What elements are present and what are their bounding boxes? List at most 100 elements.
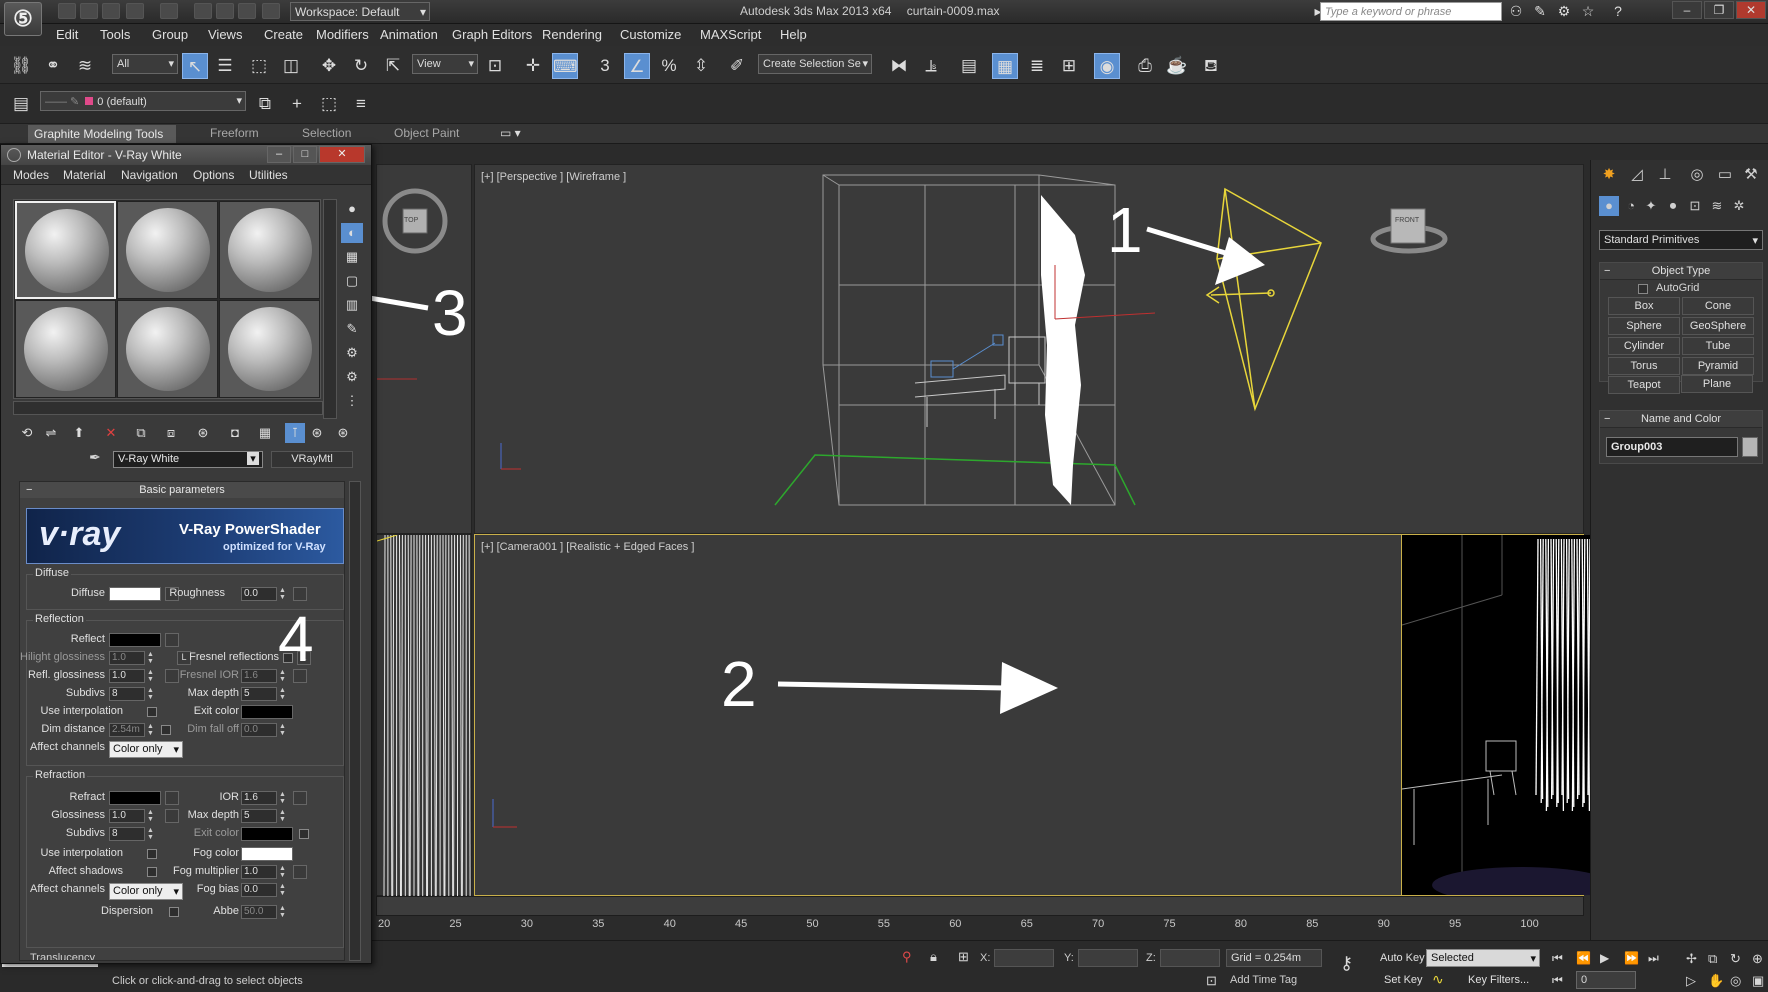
fog-multiplier-input[interactable]: 1.0 — [241, 865, 277, 879]
add-to-layer-icon[interactable]: + — [284, 91, 310, 117]
cylinder-button[interactable]: Cylinder — [1608, 337, 1680, 355]
pan-icon[interactable]: ✋ — [1708, 973, 1724, 989]
maximize-viewport-icon[interactable]: ⊕ — [1752, 951, 1763, 967]
chair-object[interactable] — [1008, 336, 1046, 405]
pin-icon[interactable]: ⚲ — [902, 949, 912, 965]
background-icon[interactable]: ▦ — [341, 247, 363, 267]
layers-icon[interactable]: ▤ — [8, 91, 34, 117]
params-scrollbar[interactable] — [349, 481, 361, 961]
link-icon[interactable]: ⛓ — [8, 53, 34, 79]
viewport-camera[interactable]: [+] [Camera001 ] [Realistic + Edged Face… — [474, 534, 1606, 896]
timeline[interactable]: 20 25 30 35 40 45 50 55 60 65 70 75 80 85 90 95 100 — [376, 896, 1584, 932]
key-mode-icon[interactable]: ⏮ — [1552, 973, 1563, 988]
material-type-button[interactable]: VRayMtl — [271, 451, 353, 468]
lock-icon[interactable]: 🔒︎ — [930, 949, 937, 965]
render-frame-icon[interactable]: ☕ — [1164, 53, 1190, 79]
options-icon[interactable]: ⚙ — [341, 343, 363, 363]
pyramid-button[interactable]: Pyramid — [1682, 357, 1754, 375]
y-coordinate-input[interactable] — [1078, 949, 1138, 967]
material-navigator-icon[interactable]: ⋮ — [341, 391, 363, 411]
pick-material-icon[interactable]: ⊛ — [333, 423, 353, 443]
systems-icon[interactable]: ✲ — [1729, 196, 1749, 216]
abbe-input[interactable]: 50.0 — [241, 905, 277, 919]
roughness-map-button[interactable] — [293, 587, 307, 601]
viewcube-front[interactable] — [1390, 208, 1426, 244]
me-menu-utilities[interactable]: Utilities — [249, 168, 288, 182]
auto-key-button[interactable]: Auto Key — [1380, 952, 1425, 964]
refr-exit-color-checkbox[interactable] — [299, 829, 309, 839]
material-editor-icon[interactable]: ◉ — [1094, 53, 1120, 79]
zoom-all-icon[interactable]: ⧉ — [1708, 951, 1717, 967]
basic-parameters-header[interactable]: − Basic parameters — [20, 482, 344, 498]
sphere-button[interactable]: Sphere — [1608, 317, 1680, 335]
geosphere-button[interactable]: GeoSphere — [1682, 317, 1754, 335]
minimize-button[interactable]: – — [1672, 1, 1702, 19]
fog-color-swatch[interactable] — [241, 847, 293, 861]
star-icon[interactable]: ☆ — [1578, 2, 1598, 21]
previous-frame-icon[interactable]: ⏪ — [1576, 951, 1591, 965]
layout-icon[interactable] — [262, 3, 280, 19]
autogrid-checkbox[interactable] — [1638, 284, 1648, 294]
material-id-icon[interactable]: ⊛ — [193, 423, 213, 443]
reflect-map-button[interactable] — [165, 633, 179, 647]
ior-spinner[interactable]: ▲ ▼ — [279, 791, 287, 805]
me-minimize-button[interactable]: – — [267, 146, 291, 163]
me-menu-material[interactable]: Material — [63, 168, 106, 182]
show-end-result-icon[interactable]: ▦ — [255, 423, 275, 443]
menu-graph-editors[interactable]: Graph Editors — [452, 27, 532, 42]
layer-dropdown[interactable]: —— ✎ 0 (default) — [40, 91, 246, 111]
select-manipulate-icon[interactable]: ✛ — [520, 53, 546, 79]
slots-vertical-scrollbar[interactable] — [323, 199, 337, 419]
go-to-parent-icon[interactable]: ⊺ — [285, 423, 305, 443]
key-filters-button[interactable]: Key Filters... — [1468, 974, 1529, 986]
sample-slot-2[interactable] — [117, 201, 218, 299]
select-by-material-icon[interactable]: ⚙ — [341, 367, 363, 387]
refr-exit-color-swatch[interactable] — [241, 827, 293, 841]
sample-slot-6[interactable] — [219, 300, 320, 398]
geometry-icon[interactable]: ● — [1599, 196, 1619, 216]
menu-modifiers[interactable]: Modifiers — [316, 27, 369, 42]
cameras-icon[interactable]: ⏺ — [1663, 196, 1683, 216]
roughness-input[interactable]: 0.0 — [241, 587, 277, 601]
help-icon[interactable]: ? — [1608, 2, 1628, 21]
open-file-icon[interactable] — [80, 3, 98, 19]
menu-views[interactable]: Views — [208, 27, 242, 42]
sample-slot-1[interactable] — [15, 201, 116, 299]
workspace-dropdown[interactable]: Workspace: Default ▾ — [290, 2, 430, 21]
tab-freeform[interactable]: Freeform — [210, 126, 259, 140]
dim-distance-input[interactable]: 2.54m — [109, 723, 145, 737]
modify-tab-icon[interactable]: ◿ — [1625, 164, 1649, 186]
hilight-glossiness-input[interactable]: 1.0 — [109, 651, 145, 665]
tube-button[interactable]: Tube — [1682, 337, 1754, 355]
select-by-name-icon[interactable]: ☰ — [212, 53, 238, 79]
reference-coordinate-dropdown[interactable]: View — [412, 54, 478, 74]
me-menu-options[interactable]: Options — [193, 168, 234, 182]
refl-subdivs-input[interactable]: 8 — [109, 687, 145, 701]
time-track[interactable] — [376, 896, 1584, 916]
refl-glossiness-input[interactable]: 1.0 — [109, 669, 145, 683]
put-to-library-icon[interactable]: ⧈ — [161, 423, 181, 443]
rect-selection-icon[interactable]: ⬚ — [246, 53, 272, 79]
spacewarps-icon[interactable]: ≋ — [1707, 196, 1727, 216]
rotate-icon[interactable]: ↻ — [348, 53, 374, 79]
name-color-header[interactable]: − Name and Color — [1600, 411, 1762, 428]
bind-spacewarp-icon[interactable]: ≋ — [72, 53, 98, 79]
restore-button[interactable]: ❐ — [1704, 1, 1734, 19]
display-tab-icon[interactable]: ▭ — [1713, 164, 1737, 186]
x-coordinate-input[interactable] — [994, 949, 1054, 967]
ior-input[interactable]: 1.6 — [241, 791, 277, 805]
show-shaded-icon[interactable]: ◘ — [225, 423, 245, 443]
menu-tools[interactable]: Tools — [100, 27, 130, 42]
go-to-start-icon[interactable]: ⏮ — [1552, 951, 1563, 966]
refl-affect-channels-dropdown[interactable]: Color only ▾ — [109, 741, 183, 758]
move-icon[interactable]: ✥ — [316, 53, 342, 79]
slots-horizontal-scrollbar[interactable] — [13, 401, 323, 415]
fov-icon[interactable]: ▷ — [1686, 973, 1696, 989]
menu-create[interactable]: Create — [264, 27, 303, 42]
current-frame-input[interactable]: 0 — [1576, 971, 1636, 989]
refr-glossiness-input[interactable]: 1.0 — [109, 809, 145, 823]
create-tab-icon[interactable]: ✸ — [1597, 164, 1621, 186]
save-icon[interactable] — [102, 3, 120, 19]
sample-slot-4[interactable] — [15, 300, 116, 398]
sample-slot-3[interactable] — [219, 201, 320, 299]
